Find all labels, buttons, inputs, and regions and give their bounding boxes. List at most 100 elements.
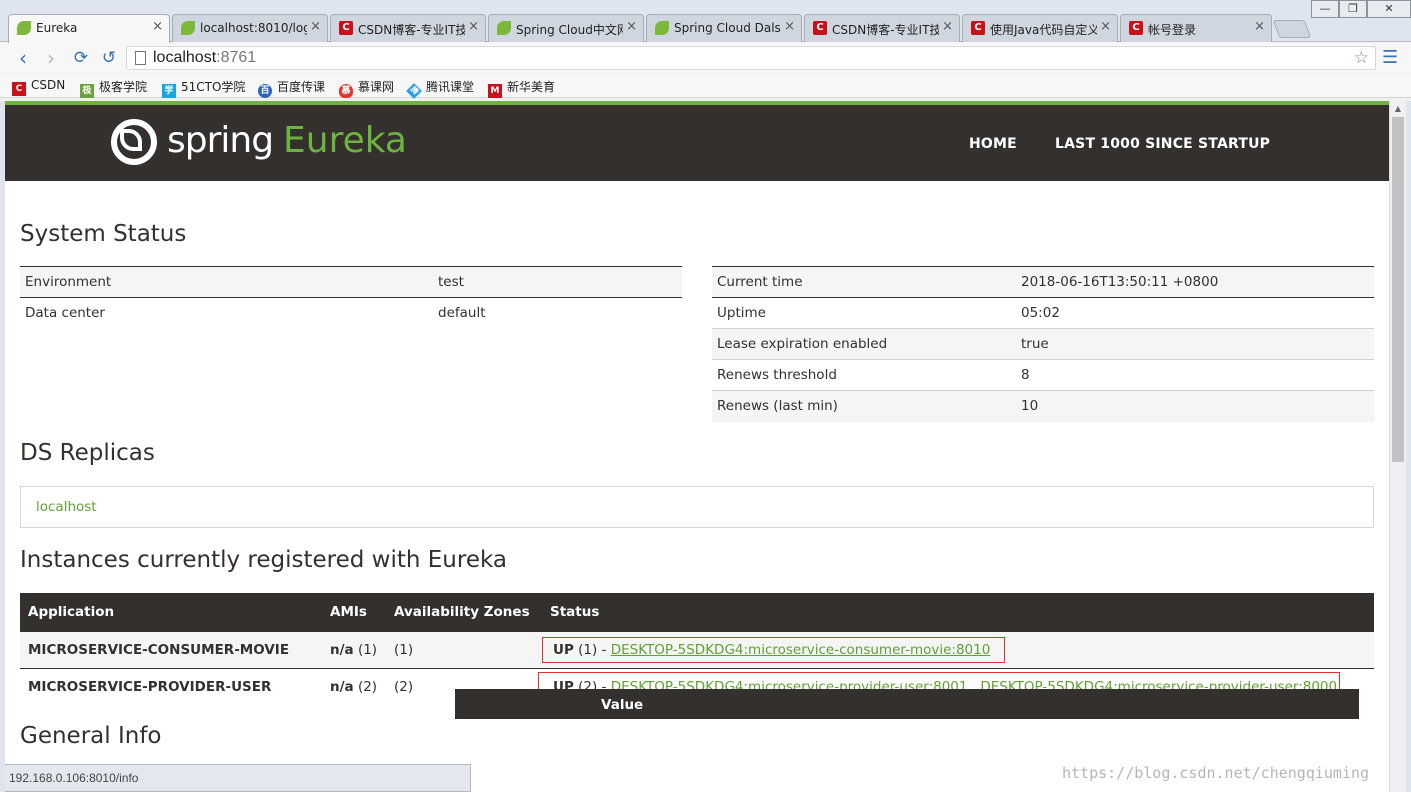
jikexueyuan-icon: 极 bbox=[80, 84, 94, 98]
scroll-up-icon[interactable]: ▲ bbox=[1393, 104, 1403, 114]
system-status-right-table: Current time 2018-06-16T13:50:11 +0800 U… bbox=[712, 266, 1374, 422]
status-up: UP bbox=[553, 641, 574, 658]
system-status-title: System Status bbox=[20, 221, 187, 247]
status-value: 2018-06-16T13:50:11 +0800 bbox=[1016, 266, 1374, 298]
table-row: Data center default bbox=[20, 297, 682, 329]
status-key: Data center bbox=[20, 297, 433, 329]
csdn-icon: C bbox=[1129, 21, 1143, 35]
reload-icon[interactable]: ⟳ bbox=[70, 47, 92, 69]
tab-close-icon[interactable]: × bbox=[1254, 19, 1265, 34]
status-count: (1) - bbox=[578, 641, 607, 658]
tab-close-icon[interactable]: × bbox=[626, 19, 637, 34]
logo-eureka-text: Eureka bbox=[283, 120, 407, 161]
tab-close-icon[interactable]: × bbox=[1100, 19, 1111, 34]
bookmark-imooc[interactable]: 慕慕课网 bbox=[339, 78, 394, 98]
back-icon[interactable]: ‹ bbox=[12, 47, 34, 69]
window-frame-right bbox=[1406, 101, 1411, 792]
amis-cell: n/a (1) bbox=[322, 630, 386, 668]
bookmark-tencent-class[interactable]: 腾腾讯课堂 bbox=[406, 78, 474, 99]
bookmark-baidu-chuanke[interactable]: 百百度传课 bbox=[258, 78, 325, 98]
application-name: MICROSERVICE-PROVIDER-USER bbox=[20, 667, 322, 705]
table-row: Environment test bbox=[20, 266, 682, 298]
status-url: 192.168.0.106:8010/info bbox=[9, 771, 139, 785]
tab-strip: Eureka × localhost:8010/log × C CSDN博客-专… bbox=[0, 0, 1411, 43]
table-row: Renews (last min) 10 bbox=[712, 390, 1374, 422]
zones-cell: (1) bbox=[386, 630, 542, 668]
bookmark-jikexueyuan[interactable]: 极极客学院 bbox=[80, 78, 147, 98]
system-status-left-table: Environment test Data center default bbox=[20, 266, 682, 329]
bookmarks-bar: C CSDN 极极客学院 学 51CTO学院 百百度传课 慕慕课网 腾腾讯课堂 M新… bbox=[0, 74, 1411, 99]
tab-title: 使用Java代码自定义 bbox=[990, 23, 1097, 37]
general-info-title: General Info bbox=[20, 723, 162, 749]
bookmark-51cto[interactable]: 学 51CTO学院 bbox=[162, 78, 245, 98]
column-header: Availability Zones bbox=[386, 593, 542, 631]
status-value: 8 bbox=[1016, 359, 1374, 391]
csdn-icon: C bbox=[813, 21, 827, 35]
tab-close-icon[interactable]: × bbox=[310, 19, 321, 34]
undo-reload-icon[interactable]: ↺ bbox=[98, 47, 120, 69]
url-text[interactable]: localhost:8761 bbox=[153, 49, 256, 67]
forward-icon[interactable]: › bbox=[40, 47, 62, 69]
tab-account-login[interactable]: C 帐号登录 × bbox=[1120, 14, 1272, 42]
csdn-icon: C bbox=[971, 21, 985, 35]
tab-csdn-1[interactable]: C CSDN博客-专业IT技 × bbox=[330, 14, 486, 42]
status-key: Lease expiration enabled bbox=[712, 328, 1016, 360]
tab-eureka[interactable]: Eureka × bbox=[8, 14, 170, 43]
tab-title: CSDN博客-专业IT技 bbox=[358, 23, 465, 37]
status-value: 10 bbox=[1016, 390, 1374, 422]
ds-replicas-panel: localhost bbox=[20, 486, 1374, 528]
instance-link[interactable]: DESKTOP-5SDKDG4:microservice-consumer-mo… bbox=[611, 642, 991, 658]
nav-last-1000[interactable]: LAST 1000 SINCE STARTUP bbox=[1055, 136, 1270, 152]
tab-close-icon[interactable]: × bbox=[942, 19, 953, 34]
status-key: Environment bbox=[20, 266, 433, 298]
vertical-scrollbar[interactable]: ▲ bbox=[1389, 101, 1406, 792]
address-bar[interactable]: localhost:8761 ☆ bbox=[126, 46, 1376, 70]
csdn-icon: C bbox=[339, 21, 353, 35]
status-key: Renews threshold bbox=[712, 359, 1016, 391]
flame-icon: 慕 bbox=[339, 84, 353, 98]
link-status-bubble: 192.168.0.106:8010/info bbox=[5, 764, 471, 792]
bookmark-star-icon[interactable]: ☆ bbox=[1354, 48, 1369, 68]
table-header-row: Application AMIs Availability Zones Stat… bbox=[20, 593, 1374, 631]
tab-close-icon[interactable]: × bbox=[468, 19, 479, 34]
watermark: https://blog.csdn.net/chengqiuming bbox=[1062, 764, 1370, 782]
xinhua-m-icon: M bbox=[488, 84, 502, 98]
tab-title: Spring Cloud Dals bbox=[674, 21, 781, 35]
spring-leaf-icon bbox=[181, 21, 195, 35]
browser-chrome: Eureka × localhost:8010/log × C CSDN博客-专… bbox=[0, 0, 1411, 101]
status-value: 05:02 bbox=[1016, 297, 1374, 329]
column-header: Status bbox=[542, 593, 1374, 631]
tab-close-icon[interactable]: × bbox=[152, 19, 163, 34]
minimize-button[interactable]: — bbox=[1311, 0, 1339, 18]
tab-localhost-8010[interactable]: localhost:8010/log × bbox=[172, 14, 328, 42]
table-row: Uptime 05:02 bbox=[712, 297, 1374, 329]
application-name: MICROSERVICE-CONSUMER-MOVIE bbox=[20, 630, 322, 668]
table-row: Current time 2018-06-16T13:50:11 +0800 bbox=[712, 266, 1374, 298]
instances-title: Instances currently registered with Eure… bbox=[20, 547, 507, 573]
spring-leaf-icon bbox=[17, 21, 31, 35]
status-value: default bbox=[433, 297, 682, 329]
tab-spring-cloud-cn[interactable]: Spring Cloud中文网 × bbox=[488, 14, 644, 42]
logo-spring-text: spring bbox=[167, 120, 274, 161]
bookmark-xinhua-meiyu[interactable]: M 新华美育 bbox=[488, 78, 555, 98]
scrollbar-thumb[interactable] bbox=[1392, 117, 1404, 462]
close-window-button[interactable]: ✕ bbox=[1367, 0, 1411, 18]
ds-replicas-title: DS Replicas bbox=[20, 440, 155, 466]
spring-leaf-icon bbox=[497, 21, 511, 35]
general-info-header bbox=[455, 689, 1359, 719]
status-key: Current time bbox=[712, 266, 1016, 298]
tab-java-custom[interactable]: C 使用Java代码自定义 × bbox=[962, 14, 1118, 42]
replica-link[interactable]: localhost bbox=[36, 499, 97, 515]
maximize-button[interactable]: ❐ bbox=[1339, 0, 1367, 18]
nav-home[interactable]: HOME bbox=[969, 136, 1017, 152]
table-row: Renews threshold 8 bbox=[712, 359, 1374, 391]
value-column-header: Value bbox=[601, 697, 644, 713]
tab-csdn-2[interactable]: C CSDN博客-专业IT技 × bbox=[804, 14, 960, 42]
menu-icon[interactable]: ☰ bbox=[1382, 47, 1398, 68]
status-cell: UP (1) - DESKTOP-5SDKDG4:microservice-co… bbox=[542, 630, 1374, 668]
51cto-icon: 学 bbox=[162, 84, 176, 98]
bookmark-csdn[interactable]: C CSDN bbox=[12, 78, 65, 96]
tab-close-icon[interactable]: × bbox=[784, 19, 795, 34]
tab-spring-cloud-dals[interactable]: Spring Cloud Dals × bbox=[646, 14, 802, 42]
new-tab-button[interactable] bbox=[1272, 20, 1312, 38]
